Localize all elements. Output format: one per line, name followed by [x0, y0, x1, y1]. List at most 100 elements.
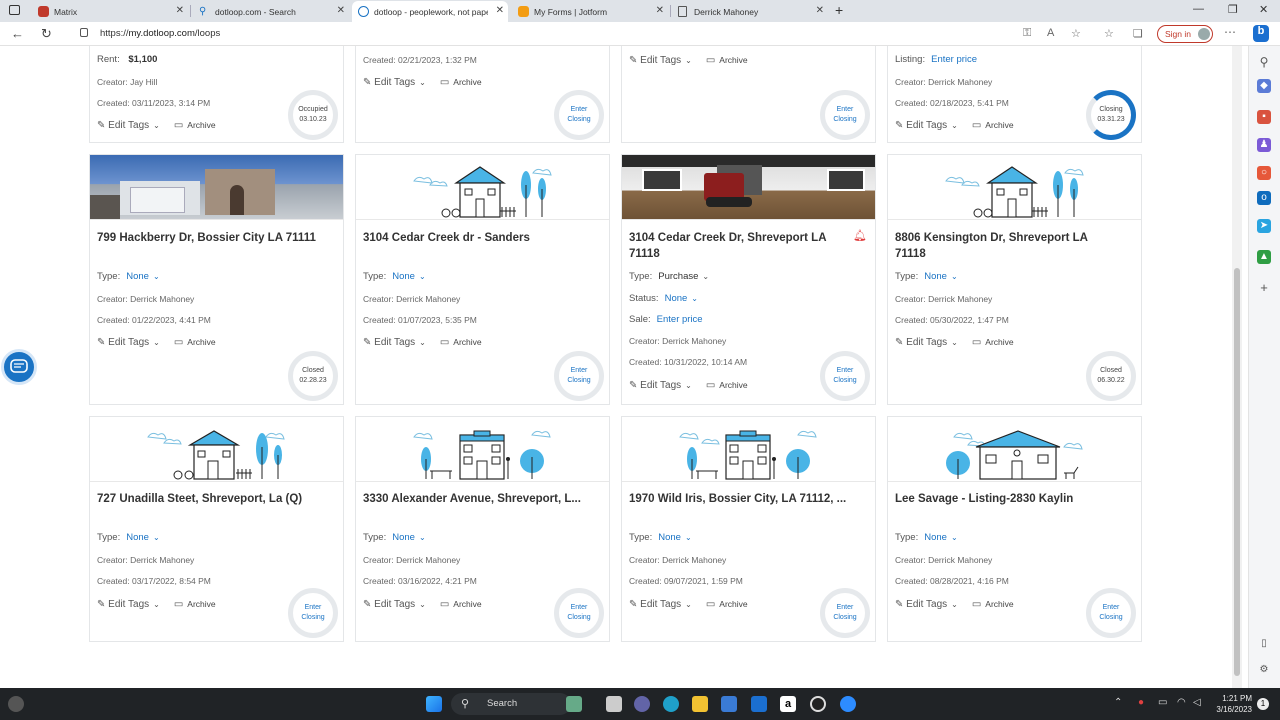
notification-icon[interactable]: 1 [1257, 698, 1269, 710]
zoom-icon[interactable] [840, 696, 856, 712]
loop-card[interactable]: 3104 Cedar Creek dr - Sanders Type: None ⌄… [355, 154, 610, 405]
edit-tags-button[interactable]: ✎ Edit Tags ⌄ [629, 55, 706, 66]
close-tab-icon[interactable]: ✕ [176, 5, 184, 16]
edit-tags-button[interactable]: ✎ Edit Tags ⌄ [629, 380, 706, 391]
archive-button[interactable]: ▭ Archive [706, 380, 748, 391]
loop-title[interactable]: 727 Unadilla Steet, Shreveport, La (Q) [97, 491, 317, 507]
tab-matrix[interactable]: Matrix ✕ [32, 1, 188, 22]
tab-jotform[interactable]: My Forms | Jotform ✕ [512, 1, 668, 22]
enter-closing-ring[interactable]: Enter Closing [554, 588, 604, 638]
tab-dotloop[interactable]: dotloop - peoplework, not pape ✕ [352, 1, 508, 22]
loop-title[interactable]: Lee Savage - Listing-2830 Kaylin [895, 491, 1115, 507]
send-icon[interactable]: ➤ [1257, 219, 1271, 233]
chevron-up-icon[interactable]: ⌃ [1114, 697, 1122, 708]
close-tab-icon[interactable]: ✕ [337, 5, 345, 16]
loop-title[interactable]: 3104 Cedar Creek dr - Sanders [363, 230, 583, 246]
edge-icon[interactable] [663, 696, 679, 712]
close-window-icon[interactable]: ✕ [1259, 3, 1268, 16]
loop-card[interactable]: Lee Savage - Listing-2830 Kaylin Type: No… [887, 416, 1142, 642]
loop-card[interactable]: 8806 Kensington Dr, Shreveport LA 71118 … [887, 154, 1142, 405]
status-ring[interactable]: Closed 06.30.22 [1086, 351, 1136, 401]
file-explorer-icon[interactable] [692, 696, 708, 712]
type-dropdown[interactable]: None ⌄ [386, 532, 425, 543]
more-menu-icon[interactable]: ⋯ [1224, 25, 1236, 39]
edit-tags-button[interactable]: ✎ Edit Tags ⌄ [97, 120, 174, 131]
edit-tags-button[interactable]: ✎ Edit Tags ⌄ [97, 599, 174, 610]
app-icon[interactable] [810, 696, 826, 712]
search-icon[interactable]: ⚲ [1257, 55, 1271, 69]
archive-button[interactable]: ▭ Archive [706, 55, 748, 66]
archive-button[interactable]: ▭ Archive [972, 599, 1014, 610]
type-dropdown[interactable]: None ⌄ [386, 271, 425, 282]
loop-card[interactable]: ✎ Edit Tags ⌄ ▭ Archive Enter Closing [621, 46, 876, 143]
enter-closing-ring[interactable]: Enter Closing [820, 90, 870, 140]
type-dropdown[interactable]: None ⌄ [652, 532, 691, 543]
new-tab-icon[interactable]: + [835, 2, 843, 18]
favorites-icon[interactable]: ☆ [1104, 27, 1114, 40]
close-tab-icon[interactable]: ✕ [656, 5, 664, 16]
taskbar-search[interactable]: ⚲ Search [451, 693, 571, 715]
enter-closing-ring[interactable]: Enter Closing [820, 351, 870, 401]
tab-derrick[interactable]: Derrick Mahoney ✕ [672, 1, 828, 22]
read-aloud-icon[interactable]: A [1047, 27, 1054, 39]
loop-title[interactable]: 799 Hackberry Dr, Bossier City LA 71111 [97, 230, 317, 246]
loop-card[interactable]: Created: 02/21/2023, 1:32 PM ✎ Edit Tags… [355, 46, 610, 143]
type-dropdown[interactable]: None ⌄ [120, 271, 159, 282]
type-dropdown[interactable]: None ⌄ [918, 271, 957, 282]
loop-title[interactable]: 3104 Cedar Creek Dr, Shreveport LA 71118 [629, 230, 849, 262]
add-icon[interactable]: + [1257, 281, 1271, 295]
archive-button[interactable]: ▭ Archive [174, 120, 216, 131]
loop-card[interactable]: 1970 Wild Iris, Bossier City, LA 71112, … [621, 416, 876, 642]
loop-card[interactable]: Rent: $1,100 Creator: Jay Hill Created: … [89, 46, 344, 143]
loop-card[interactable]: 727 Unadilla Steet, Shreveport, La (Q) T… [89, 416, 344, 642]
scrollbar-thumb[interactable] [1234, 268, 1240, 676]
edit-tags-button[interactable]: ✎ Edit Tags ⌄ [363, 77, 440, 88]
volume-icon[interactable]: ◁ [1193, 697, 1201, 708]
tab-search[interactable]: ⚲ dotloop.com - Search ✕ [193, 1, 349, 22]
status-ring[interactable]: Closing 03.31.23 [1086, 90, 1136, 140]
edit-tags-button[interactable]: ✎ Edit Tags ⌄ [895, 120, 972, 131]
sign-in-button[interactable]: Sign in [1157, 25, 1213, 43]
type-dropdown[interactable]: None ⌄ [918, 532, 957, 543]
loop-card[interactable]: 3330 Alexander Avenue, Shreveport, L... … [355, 416, 610, 642]
mic-icon[interactable]: ● [1138, 697, 1144, 708]
loop-card[interactable]: Listing: Enter price Creator: Derrick Mah… [887, 46, 1142, 143]
edit-tags-button[interactable]: ✎ Edit Tags ⌄ [629, 599, 706, 610]
url-field[interactable]: https://my.dotloop.com/loops [100, 28, 220, 39]
minimize-icon[interactable]: — [1193, 3, 1204, 15]
edit-tags-button[interactable]: ✎ Edit Tags ⌄ [363, 337, 440, 348]
battery-icon[interactable]: ▭ [1158, 697, 1167, 708]
restore-icon[interactable]: ❐ [1228, 3, 1238, 16]
mail-icon[interactable] [751, 696, 767, 712]
loop-title[interactable]: 1970 Wild Iris, Bossier City, LA 71112, … [629, 491, 849, 507]
enter-closing-ring[interactable]: Enter Closing [554, 351, 604, 401]
chat-button[interactable] [1, 349, 37, 385]
refresh-icon[interactable]: ↻ [41, 26, 52, 42]
settings-icon[interactable]: ⚙ [1257, 663, 1271, 677]
edit-tags-button[interactable]: ✎ Edit Tags ⌄ [363, 599, 440, 610]
loop-title[interactable]: 3330 Alexander Avenue, Shreveport, L... [363, 491, 583, 507]
window-menu-icon[interactable] [9, 5, 20, 15]
enter-price-link[interactable]: Enter price [657, 314, 703, 325]
archive-button[interactable]: ▭ Archive [972, 337, 1014, 348]
type-dropdown[interactable]: Purchase ⌄ [652, 271, 709, 282]
games-icon[interactable]: ♟ [1257, 138, 1271, 152]
edit-tags-button[interactable]: ✎ Edit Tags ⌄ [895, 599, 972, 610]
collections-icon[interactable]: ❏ [1133, 27, 1143, 40]
store-icon[interactable] [721, 696, 737, 712]
sidebar-layout-icon[interactable]: ▯ [1257, 637, 1271, 651]
bing-icon[interactable]: b [1253, 25, 1269, 42]
camera-icon[interactable] [8, 696, 24, 712]
bell-icon[interactable]: 🔔︎ [853, 229, 867, 242]
status-ring[interactable]: Closed 02.28.23 [288, 351, 338, 401]
enter-closing-ring[interactable]: Enter Closing [554, 90, 604, 140]
tools-icon[interactable]: ▪ [1257, 110, 1271, 124]
archive-button[interactable]: ▭ Archive [174, 337, 216, 348]
archive-button[interactable]: ▭ Archive [706, 599, 748, 610]
status-ring[interactable]: Occupied 03.10.23 [288, 90, 338, 140]
loop-card[interactable]: 799 Hackberry Dr, Bossier City LA 71111 … [89, 154, 344, 405]
loop-title[interactable]: 8806 Kensington Dr, Shreveport LA 71118 [895, 230, 1115, 262]
archive-button[interactable]: ▭ Archive [440, 599, 482, 610]
archive-button[interactable]: ▭ Archive [174, 599, 216, 610]
enter-price-link[interactable]: Enter price [931, 54, 977, 65]
